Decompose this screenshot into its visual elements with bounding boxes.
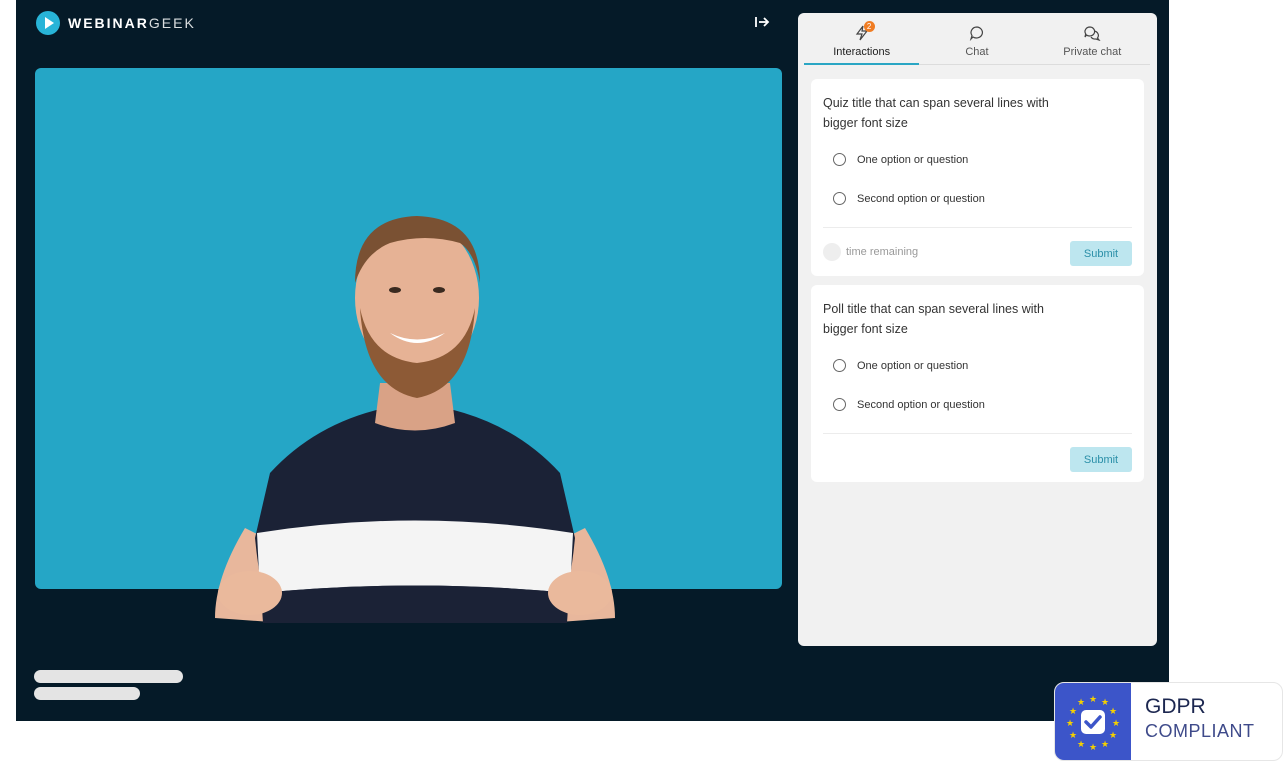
svg-text:★: ★	[1069, 731, 1077, 741]
gdpr-title: GDPR	[1145, 695, 1206, 718]
quiz-option-1[interactable]: One option or question	[833, 153, 968, 166]
radio-button[interactable]	[833, 398, 846, 411]
side-panel: 2 Interactions Chat Private chat Quiz ti…	[798, 13, 1157, 646]
radio-button[interactable]	[833, 153, 846, 166]
poll-title: Poll title that can span several lines w…	[823, 302, 1044, 336]
tab-interactions[interactable]: 2 Interactions	[804, 19, 920, 65]
divider	[823, 227, 1132, 228]
svg-text:★: ★	[1077, 740, 1085, 750]
poll-submit-button[interactable]: Submit	[1070, 447, 1132, 472]
radio-button[interactable]	[833, 359, 846, 372]
quiz-submit-button[interactable]: Submit	[1070, 241, 1132, 266]
lightning-icon: 2	[854, 21, 875, 42]
gdpr-badge: ★ ★ ★ ★ ★ ★ ★ ★ ★ ★ ★ ★ GDPR COMPLIANT	[1054, 682, 1283, 761]
svg-text:★: ★	[1089, 695, 1097, 705]
svg-text:★: ★	[1109, 731, 1117, 741]
video-stage[interactable]	[35, 68, 782, 623]
chat-bubble-icon	[969, 24, 985, 42]
quiz-timer: time remaining	[823, 243, 918, 261]
eu-flag-check-icon: ★ ★ ★ ★ ★ ★ ★ ★ ★ ★ ★ ★	[1055, 683, 1131, 760]
svg-text:★: ★	[1101, 698, 1109, 708]
svg-text:★: ★	[1112, 719, 1120, 729]
option-label: Second option or question	[857, 398, 985, 411]
tab-label: Private chat	[1063, 46, 1122, 58]
gdpr-subtitle: COMPLIANT	[1145, 721, 1255, 741]
quiz-option-2[interactable]: Second option or question	[833, 192, 985, 205]
timer-icon	[823, 243, 841, 261]
svg-text:★: ★	[1089, 743, 1097, 753]
quiz-title: Quiz title that can span several lines w…	[823, 96, 1049, 130]
radio-button[interactable]	[833, 192, 846, 205]
poll-card: Poll title that can span several lines w…	[811, 285, 1144, 482]
play-logo-icon	[36, 11, 60, 35]
caption-bar	[34, 687, 140, 700]
collapse-panel-button[interactable]	[752, 12, 772, 32]
tab-label: Chat	[965, 46, 989, 58]
timer-text: time remaining	[846, 246, 919, 258]
webinargeek-logo: WEBINARGEEK	[36, 11, 196, 35]
poll-option-2[interactable]: Second option or question	[833, 398, 985, 411]
brand-name: WEBINARGEEK	[68, 15, 196, 31]
option-label: One option or question	[857, 153, 969, 166]
notification-badge: 2	[863, 21, 875, 32]
svg-text:★: ★	[1066, 719, 1074, 729]
arrow-right-to-bar-icon	[755, 17, 770, 27]
caption-bar	[34, 670, 183, 683]
tab-label: Interactions	[833, 46, 891, 58]
caption-placeholder	[34, 670, 183, 700]
presenter-image	[215, 216, 615, 623]
quiz-card: Quiz title that can span several lines w…	[811, 79, 1144, 276]
brand-name-light: GEEK	[148, 15, 196, 31]
svg-text:★: ★	[1069, 707, 1077, 717]
svg-text:★: ★	[1077, 698, 1085, 708]
svg-text:★: ★	[1109, 707, 1117, 717]
divider	[823, 433, 1132, 434]
poll-option-1[interactable]: One option or question	[833, 359, 968, 372]
svg-text:★: ★	[1101, 740, 1109, 750]
tab-chat[interactable]: Chat	[919, 19, 1034, 64]
option-label: Second option or question	[857, 192, 985, 205]
private-chat-icon	[1083, 24, 1101, 42]
option-label: One option or question	[857, 359, 969, 372]
brand-name-bold: WEBINAR	[68, 15, 149, 31]
tab-private-chat[interactable]: Private chat	[1035, 19, 1150, 64]
panel-tabs: 2 Interactions Chat Private chat	[804, 19, 1150, 65]
